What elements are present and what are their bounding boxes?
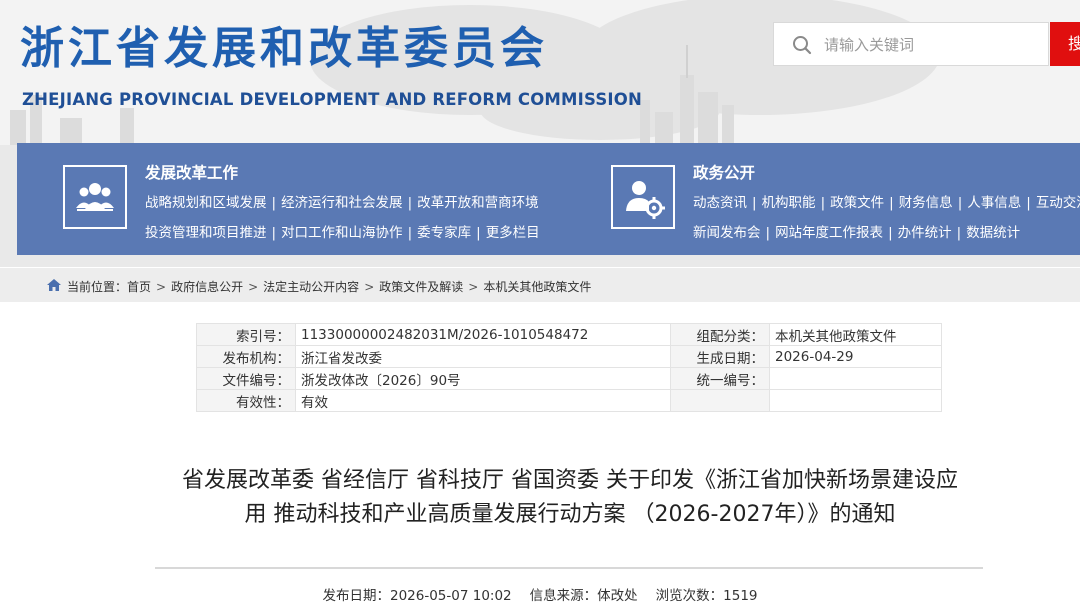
site-header: 浙江省发展和改革委员会 ZHEJIANG PROVINCIAL DEVELOPM… <box>0 0 1080 145</box>
nav-link[interactable]: 财务信息 <box>899 195 953 211</box>
table-row: 索引号： 11330000002482031M/2026-1010548472 … <box>196 323 942 346</box>
breadcrumb: 当前位置：首页 > 政府信息公开 > 法定主动公开内容 > 政策文件及解读 > 本机关其他政策文… <box>0 268 1080 302</box>
breadcrumb-item-gov-info[interactable]: 政府信息公开 <box>171 280 243 294</box>
breadcrumb-item-policy-docs[interactable]: 政策文件及解读 <box>379 280 463 294</box>
nav-link[interactable]: 人事信息 <box>967 195 1021 211</box>
nav-title-reform-work[interactable]: 发展改革工作 <box>145 161 238 183</box>
breadcrumb-label: 当前位置： <box>67 280 128 294</box>
divider <box>155 567 983 569</box>
index-no-label: 索引号： <box>196 323 296 346</box>
document-title-line2: 用 推动科技和产业高质量发展行动方案 （2026-2027年）》的通知 <box>244 502 896 527</box>
nav-link[interactable]: 更多栏目 <box>486 225 540 241</box>
validity-label: 有效性： <box>196 389 296 412</box>
search-icon <box>793 36 812 55</box>
user-settings-icon <box>613 167 673 227</box>
nav-link[interactable]: 动态资讯 <box>693 195 747 211</box>
nav-links-affairs-row1: 动态资讯|机构职能|政策文件|财务信息|人事信息|互动交流 <box>693 191 1080 211</box>
people-group-icon <box>65 167 125 227</box>
nav-link[interactable]: 网站年度工作报表 <box>775 225 883 241</box>
issuer-value: 浙江省发改委 <box>295 345 671 368</box>
views-count: 1519 <box>723 588 758 604</box>
nav-link[interactable]: 投资管理和项目推进 <box>145 225 267 241</box>
nav-block-icon-frame[interactable] <box>611 165 675 229</box>
nav-link[interactable]: 新闻发布会 <box>693 225 761 241</box>
nav-bar: 发展改革工作 战略规划和区域发展 | 经济运行和社会发展 | 改革开放和营商环境 投资管… <box>17 143 1080 255</box>
nav-title-gov-affairs[interactable]: 政务公开 <box>693 161 755 183</box>
nav-link[interactable]: 互动交流 <box>1036 195 1080 211</box>
table-row: 发布机构： 浙江省发改委 生成日期： 2026-04-29 <box>196 345 942 368</box>
nav-link[interactable]: 改革开放和营商环境 <box>417 195 539 211</box>
nav-link[interactable]: 数据统计 <box>966 225 1020 241</box>
nav-links-reform-row1: 战略规划和区域发展 | 经济运行和社会发展 | 改革开放和营商环境 <box>145 195 539 211</box>
document-title-line1: 省发展改革委 省经信厅 省科技厅 省国资委 关于印发《浙江省加快新场景建设应 <box>182 468 958 493</box>
unified-no-value <box>769 367 942 390</box>
site-title[interactable]: 浙江省发展和改革委员会 <box>20 12 548 76</box>
doc-no-label: 文件编号： <box>196 367 296 390</box>
nav-block-icon-frame[interactable] <box>63 165 127 229</box>
nav-link[interactable]: 战略规划和区域发展 <box>145 195 267 211</box>
source-value: 体改处 <box>597 588 638 604</box>
breadcrumb-trail: 当前位置：首页 > 政府信息公开 > 法定主动公开内容 > 政策文件及解读 > 本机关其他政策文… <box>67 280 592 294</box>
search-button[interactable]: 搜 <box>1050 22 1080 66</box>
publish-info: 发布日期：2026-05-07 10:02 信息来源：体改处 浏览次数：1519 <box>0 584 1080 604</box>
nav-link[interactable]: 政策文件 <box>830 195 884 211</box>
document-meta-table: 索引号： 11330000002482031M/2026-1010548472 … <box>196 323 942 412</box>
nav-link[interactable]: 办件统计 <box>898 225 952 241</box>
category-label: 组配分类： <box>670 323 770 346</box>
validity-value: 有效 <box>295 389 671 412</box>
nav-link[interactable]: 对口工作和山海协作 <box>281 225 403 241</box>
nav-link[interactable]: 机构职能 <box>762 195 816 211</box>
table-row: 文件编号： 浙发改体改〔2026〕90号 统一编号： <box>196 367 942 390</box>
publish-date: 2026-05-07 10:02 <box>389 588 512 604</box>
nav-link[interactable]: 委专家库 <box>417 225 471 241</box>
nav-links-reform-row2: 投资管理和项目推进 | 对口工作和山海协作 | 委专家库 | 更多栏目 <box>145 225 540 241</box>
category-value: 本机关其他政策文件 <box>769 323 942 346</box>
nav-links-affairs-row2: 新闻发布会 | 网站年度工作报表 | 办件统计 | 数据统计 <box>693 225 1021 241</box>
breadcrumb-item-home[interactable]: 首页 <box>127 280 151 294</box>
created-label: 生成日期： <box>670 345 770 368</box>
publish-date-label: 发布日期： <box>322 588 390 604</box>
nav-link[interactable]: 经济运行和社会发展 <box>281 195 403 211</box>
home-icon <box>47 279 61 291</box>
table-row: 有效性： 有效 <box>196 389 942 412</box>
breadcrumb-item-active-disclosure[interactable]: 法定主动公开内容 <box>263 280 359 294</box>
index-no-value: 11330000002482031M/2026-1010548472 <box>295 323 671 346</box>
created-value: 2026-04-29 <box>769 345 942 368</box>
source-label: 信息来源： <box>529 588 598 604</box>
doc-no-value: 浙发改体改〔2026〕90号 <box>295 367 671 390</box>
unified-no-label: 统一编号： <box>670 367 770 390</box>
views-label: 浏览次数： <box>655 588 724 604</box>
issuer-label: 发布机构： <box>196 345 296 368</box>
document-title: 省发展改革委 省经信厅 省科技厅 省国资委 关于印发《浙江省加快新场景建设应 用… <box>140 464 1000 532</box>
site-title-english: ZHEJIANG PROVINCIAL DEVELOPMENT AND REFO… <box>22 90 642 109</box>
search-box <box>773 22 1049 66</box>
search-input[interactable] <box>824 33 1034 57</box>
breadcrumb-item-other-policies[interactable]: 本机关其他政策文件 <box>483 280 591 294</box>
